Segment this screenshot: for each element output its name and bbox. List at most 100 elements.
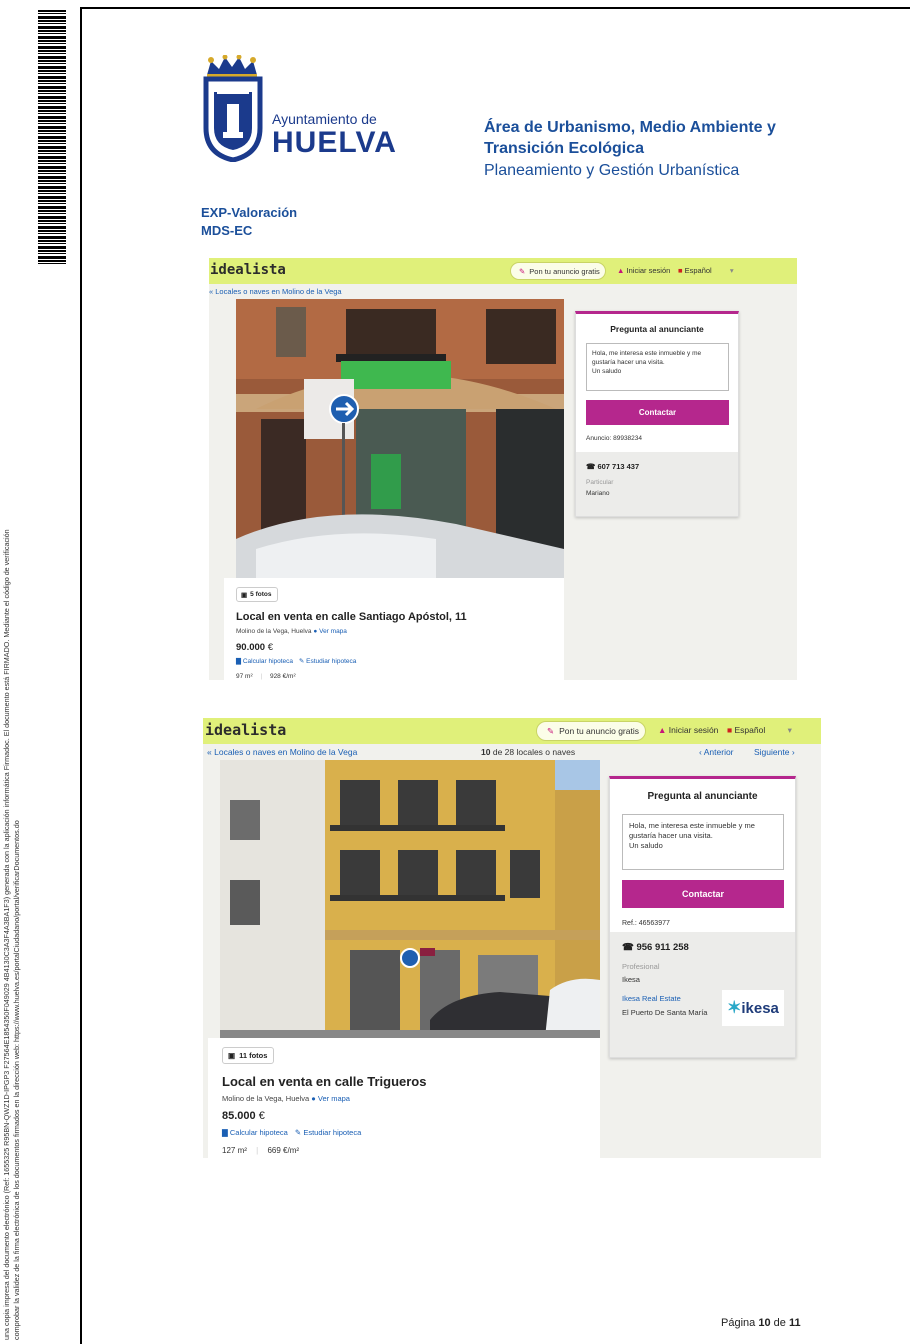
- contact-button[interactable]: Contactar: [586, 400, 729, 425]
- contact-button[interactable]: Contactar: [622, 880, 784, 908]
- result-counter: 10 de 28 locales o naves: [481, 747, 575, 757]
- advertiser-name: Mariano: [586, 490, 610, 497]
- huelva-wordmark: HUELVA: [272, 126, 397, 159]
- listing-title[interactable]: Local en venta en calle Santiago Apóstol…: [236, 611, 467, 623]
- listing-screenshot-1: idealista ✎ Pon tu anuncio gratis ▲ Inic…: [209, 258, 797, 680]
- back-chevrons-icon: «: [207, 747, 212, 757]
- price-currency: €: [267, 642, 273, 653]
- counter-current: 10: [481, 747, 491, 757]
- verification-text: una copia impresa del documento electrón…: [2, 280, 21, 1340]
- anterior-link[interactable]: ‹ Anterior: [699, 747, 734, 757]
- language-label: Español: [684, 266, 712, 275]
- advertiser-type: Profesional: [622, 962, 660, 971]
- map-pin-icon: ●: [311, 1094, 316, 1103]
- estudiar-hipoteca-link[interactable]: Estudiar hipoteca: [306, 658, 356, 665]
- exp-label: EXP-Valoración: [201, 205, 298, 220]
- bar-chart-icon: ▇: [222, 1128, 228, 1137]
- photos-badge[interactable]: ▣ 11 fotos: [222, 1047, 274, 1064]
- property-photo[interactable]: [220, 760, 600, 1038]
- feature-area: 127 m²: [222, 1146, 247, 1155]
- breadcrumb-label: Locales o naves en Molino de la Vega: [215, 287, 342, 296]
- listing-title[interactable]: Local en venta en calle Trigueros: [222, 1074, 426, 1089]
- idealista-topbar: idealista ✎ Pon tu anuncio gratis ▲ Inic…: [203, 718, 821, 744]
- pagina-label: Página: [721, 1317, 756, 1329]
- de-label: de: [773, 1317, 786, 1329]
- advertiser-box: ☎ 956 911 258 Profesional Ikesa Ikesa Re…: [610, 932, 795, 1057]
- listing-price: 90.000 €: [236, 642, 273, 653]
- phone-number[interactable]: ☎ 956 911 258: [622, 942, 689, 953]
- login-link[interactable]: ▲ Iniciar sesión: [617, 266, 670, 275]
- chevron-down-icon: ▾: [787, 725, 792, 735]
- message-textarea[interactable]: Hola, me interesa este inmueble y me gus…: [622, 814, 784, 870]
- breadcrumb-label: Locales o naves en Molino de la Vega: [214, 747, 358, 757]
- area-line-2: Transición Ecológica: [484, 140, 645, 157]
- login-link[interactable]: ▲ Iniciar sesión: [658, 725, 718, 735]
- chevron-left-icon: ‹: [699, 747, 702, 757]
- bar-chart-icon: ▇: [236, 658, 241, 665]
- anterior-label: Anterior: [703, 747, 734, 757]
- advertiser-box: ☎ 607 713 437 Particular Mariano: [576, 452, 738, 516]
- mortgage-links: ▇ Calcular hipoteca ✎ Estudiar hipoteca: [222, 1128, 361, 1137]
- photos-badge[interactable]: ▣ 5 fotos: [236, 587, 278, 602]
- pon-anuncio-label: Pon tu anuncio gratis: [559, 726, 639, 736]
- location-text: Molino de la Vega, Huelva: [222, 1094, 310, 1103]
- chevron-right-icon: ›: [791, 747, 795, 757]
- feature-price-m2: 928 €/m²: [269, 673, 296, 680]
- mortgage-links: ▇ Calcular hipoteca ✎ Estudiar hipoteca: [236, 657, 356, 665]
- back-chevrons-icon: «: [209, 287, 214, 296]
- listing-summary: ▣ 5 fotos Local en venta en calle Santia…: [224, 578, 564, 680]
- ver-mapa-link[interactable]: Ver mapa: [318, 1094, 350, 1103]
- breadcrumb[interactable]: « Locales o naves en Molino de la Vega: [209, 287, 409, 296]
- pencil-icon: ✎: [298, 658, 305, 665]
- language-selector[interactable]: ■ Español ▾: [678, 266, 734, 275]
- breadcrumb[interactable]: « Locales o naves en Molino de la Vega: [207, 747, 357, 757]
- verification-line-1: una copia impresa del documento electrón…: [2, 529, 11, 1340]
- pin-icon: ✎: [519, 266, 526, 276]
- siguiente-link[interactable]: Siguiente ›: [754, 747, 795, 757]
- calcular-hipoteca-link[interactable]: Calcular hipoteca: [243, 658, 293, 665]
- estudiar-hipoteca-link[interactable]: Estudiar hipoteca: [303, 1128, 361, 1137]
- contact-title: Pregunta al anunciante: [647, 791, 758, 802]
- property-photo[interactable]: [236, 299, 564, 578]
- price-value: 90.000: [236, 642, 266, 653]
- phone-number[interactable]: ☎ 607 713 437: [586, 462, 639, 471]
- pon-anuncio-label: Pon tu anuncio gratis: [529, 266, 600, 276]
- area-line-1: Área de Urbanismo, Medio Ambiente y: [484, 119, 776, 136]
- agency-link[interactable]: Ikesa Real Estate: [622, 994, 681, 1003]
- listing-location: Molino de la Vega, Huelva ● Ver mapa: [236, 628, 347, 635]
- idealista-topbar: idealista ✎ Pon tu anuncio gratis ▲ Inic…: [209, 258, 797, 284]
- pon-anuncio-button[interactable]: ✎ Pon tu anuncio gratis: [536, 721, 646, 741]
- message-textarea[interactable]: Hola, me interesa este inmueble y me gus…: [586, 343, 729, 391]
- login-label: Iniciar sesión: [668, 725, 719, 735]
- expediente-ref: EXP-Valoración MDS-EC: [201, 204, 297, 240]
- pencil-icon: ✎: [294, 1128, 302, 1137]
- ver-mapa-link[interactable]: Ver mapa: [319, 628, 347, 635]
- language-label: Español: [734, 725, 766, 735]
- area-title: Área de Urbanismo, Medio Ambiente y Tran…: [484, 117, 804, 159]
- ad-reference: Anuncio: 89938234: [586, 435, 643, 442]
- image-icon: ▣: [241, 591, 248, 599]
- contact-card: Pregunta al anunciante Hola, me interesa…: [575, 311, 739, 517]
- user-icon: ▲: [617, 266, 625, 275]
- image-icon: ▣: [228, 1051, 236, 1060]
- location-text: Molino de la Vega, Huelva: [236, 628, 312, 635]
- idealista-logo[interactable]: idealista: [205, 721, 286, 739]
- language-selector[interactable]: ■ Español ▾: [727, 725, 792, 736]
- phone-icon: ☎: [622, 942, 634, 953]
- page-number: Página 10 de 11: [721, 1317, 801, 1329]
- agency-city: El Puerto De Santa María: [622, 1008, 708, 1017]
- building-facade-image: [236, 299, 564, 578]
- idealista-logo[interactable]: idealista: [210, 262, 286, 278]
- advertiser-name: Ikesa: [622, 975, 640, 984]
- calcular-hipoteca-link[interactable]: Calcular hipoteca: [230, 1128, 288, 1137]
- contact-card: Pregunta al anunciante Hola, me interesa…: [609, 776, 796, 1058]
- phone-icon: ☎: [586, 462, 596, 471]
- price-currency: €: [258, 1110, 265, 1122]
- pon-anuncio-button[interactable]: ✎ Pon tu anuncio gratis: [510, 262, 606, 280]
- agency-logo[interactable]: ✶ ikesa: [722, 990, 784, 1026]
- listing-price: 85.000 €: [222, 1110, 265, 1122]
- advertiser-type: Particular: [586, 479, 614, 486]
- listing-location: Molino de la Vega, Huelva ● Ver mapa: [222, 1094, 350, 1103]
- barcode: [38, 10, 66, 265]
- feature-area: 97 m²: [236, 673, 253, 680]
